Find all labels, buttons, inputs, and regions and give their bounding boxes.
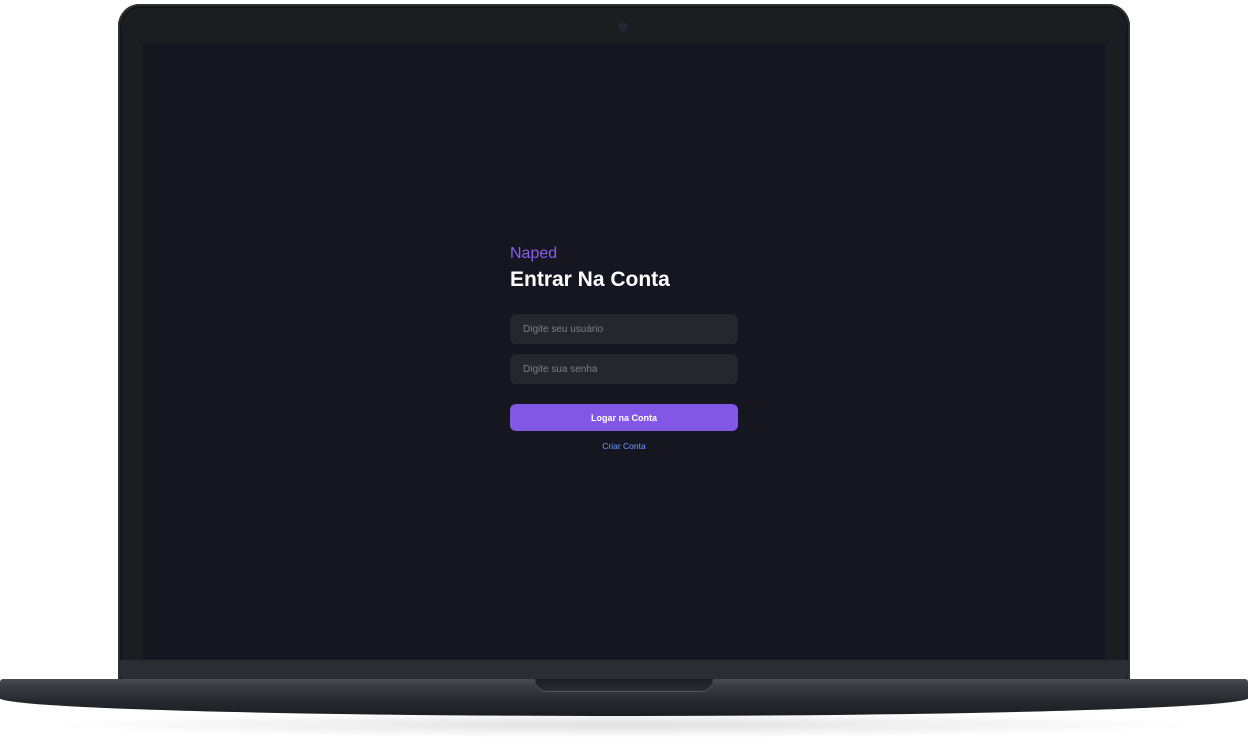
password-input[interactable]: [510, 354, 738, 384]
laptop-opening-notch: [535, 679, 713, 692]
laptop-mockup: Naped Entrar Na Conta Logar na Conta Cri…: [0, 0, 1248, 751]
page-title: Entrar Na Conta: [510, 268, 670, 291]
laptop-base-bottom: [0, 698, 1248, 716]
laptop-screen: Naped Entrar Na Conta Logar na Conta Cri…: [143, 43, 1105, 659]
login-button[interactable]: Logar na Conta: [510, 404, 738, 431]
username-input[interactable]: [510, 314, 738, 344]
laptop-chin: [120, 660, 1128, 680]
login-form: Naped Entrar Na Conta Logar na Conta Cri…: [510, 245, 738, 451]
webcam-icon: [620, 24, 626, 30]
brand-name: Naped: [510, 245, 558, 262]
create-account-link[interactable]: Criar Conta: [510, 441, 738, 451]
